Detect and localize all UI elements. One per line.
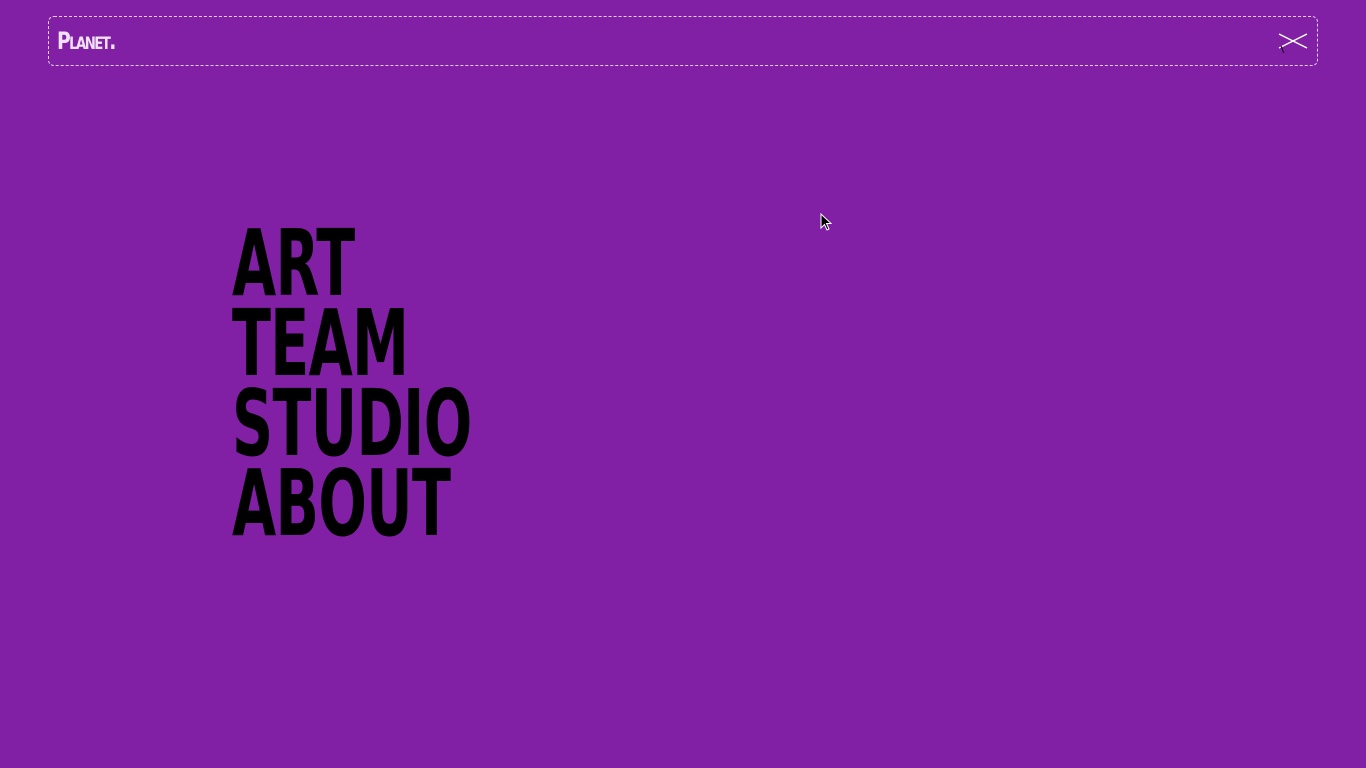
close-menu-button[interactable] [1277, 31, 1309, 53]
mouse-cursor-icon [820, 213, 832, 231]
menu-item-about: ABOUT [232, 458, 619, 550]
close-icon [1278, 33, 1308, 53]
logo[interactable]: Planet. [57, 27, 116, 55]
main-menu: ART TEAM STUDIO ABOUT [232, 218, 619, 550]
header-bar: Planet. [48, 16, 1318, 66]
menu-link-about[interactable]: ABOUT [232, 458, 451, 550]
